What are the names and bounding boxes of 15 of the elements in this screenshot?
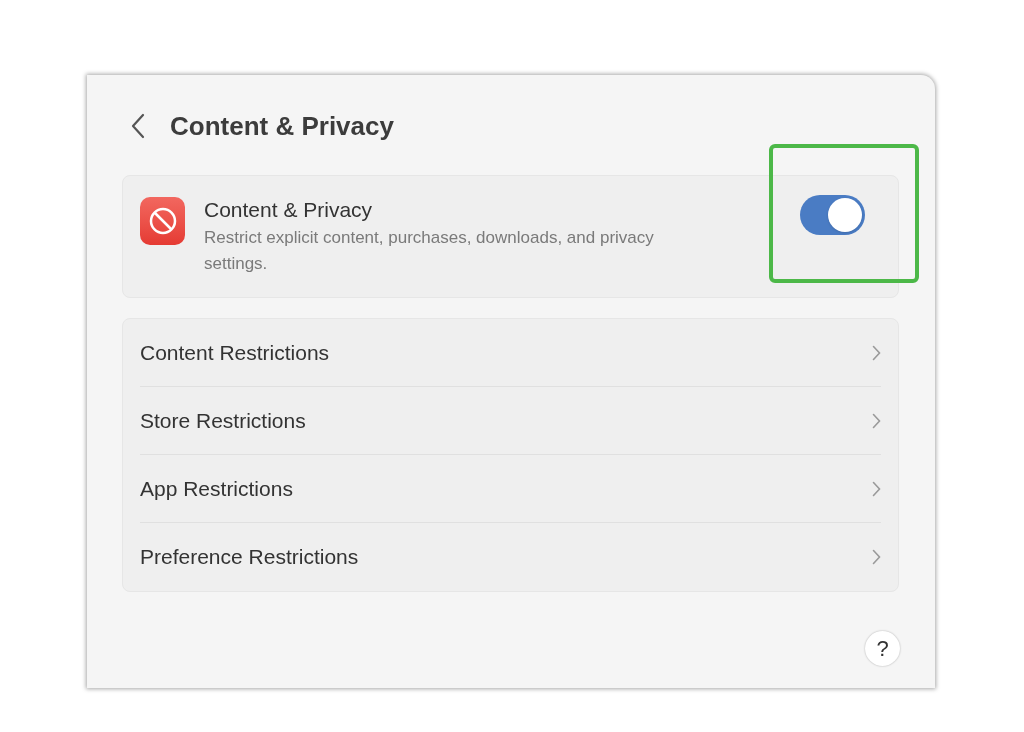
restriction-item[interactable]: Store Restrictions xyxy=(140,387,881,455)
restriction-item[interactable]: Content Restrictions xyxy=(140,319,881,387)
chevron-right-icon xyxy=(872,412,881,429)
help-button[interactable]: ? xyxy=(865,631,900,666)
setting-title: Content & Privacy xyxy=(204,197,374,223)
restriction-item[interactable]: App Restrictions xyxy=(140,455,881,523)
toggle-switch[interactable] xyxy=(800,195,865,235)
restriction-app-icon xyxy=(140,197,185,245)
page-title: Content & Privacy xyxy=(170,109,394,143)
back-chevron-icon xyxy=(131,113,145,139)
setting-description: Restrict explicit content, purchases, downloads, and privacy settings. xyxy=(204,227,655,275)
chevron-right-icon xyxy=(872,549,881,565)
chevron-right-icon xyxy=(872,480,881,497)
chevron-right-icon xyxy=(872,344,881,361)
restriction-item[interactable]: Preference Restrictions xyxy=(140,523,881,591)
